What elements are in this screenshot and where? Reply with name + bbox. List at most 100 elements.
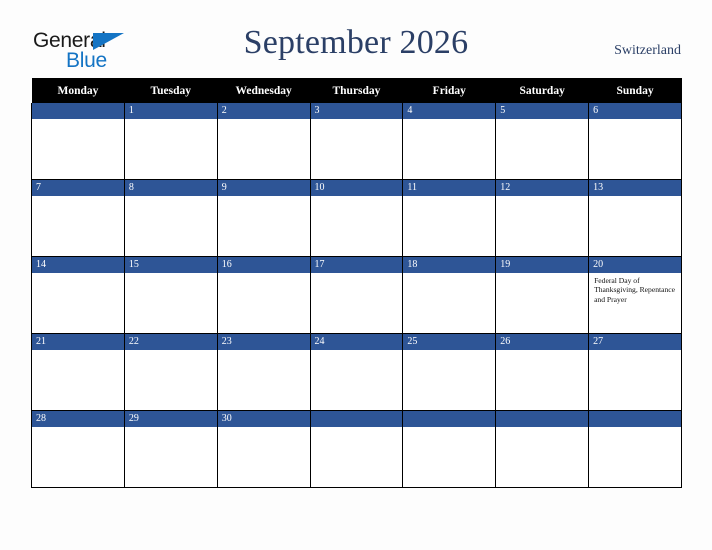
day-number: 28 [32,411,124,427]
day-event [32,350,124,353]
day-cell[interactable]: 4 [402,103,497,180]
day-number: 29 [124,411,217,427]
day-cell[interactable]: 8 [123,179,218,257]
day-number [32,103,124,119]
day-number [496,411,589,427]
day-number: 11 [403,180,496,196]
weekday-header-thursday: Thursday [310,78,403,103]
calendar-week-row: 14 15 16 17 18 19 20 Federal Day of Thank… [31,256,682,334]
day-event [125,350,217,353]
day-cell[interactable]: 27 [588,333,682,411]
day-event [125,273,217,276]
day-cell[interactable] [402,410,497,488]
day-cell[interactable]: 14 [31,256,125,334]
day-event: Federal Day of Thanksgiving, Repentance … [594,276,676,304]
day-cell[interactable]: 2 [216,103,311,180]
day-number: 17 [310,257,403,273]
calendar-header-row: Monday Tuesday Wednesday Thursday Friday… [31,78,682,103]
day-cell[interactable]: 1 [123,103,218,180]
day-event [32,427,124,430]
day-cell[interactable]: 6 [588,103,682,180]
day-event [496,273,588,276]
day-number: 25 [403,334,496,350]
day-number: 12 [496,180,589,196]
day-cell[interactable]: 7 [31,179,125,257]
page-header: General Blue September 2026 Switzerland [0,0,712,78]
day-event [403,273,495,276]
day-number: 6 [589,103,681,119]
day-event [125,196,217,199]
day-event [311,350,403,353]
day-cell[interactable]: 18 [402,256,497,334]
calendar-week-row: 1 2 3 4 5 6 [31,103,682,180]
day-event [32,273,124,276]
weekday-header-friday: Friday [402,78,496,103]
day-cell[interactable]: 20 Federal Day of Thanksgiving, Repentanc… [588,256,682,334]
day-event [496,427,588,430]
weekday-header-monday: Monday [31,78,125,103]
day-event [311,119,403,122]
day-number: 13 [589,180,681,196]
day-number: 1 [124,103,217,119]
day-cell[interactable]: 29 [123,410,218,488]
day-number [589,411,681,427]
day-number: 8 [124,180,217,196]
day-cell[interactable]: 10 [309,179,404,257]
day-number: 18 [403,257,496,273]
calendar-week-row: 7 8 9 10 11 12 13 [31,179,682,257]
day-event [32,119,124,122]
country-label: Switzerland [614,43,681,58]
day-cell[interactable]: 28 [31,410,125,488]
day-event [403,350,495,353]
day-number: 9 [217,180,310,196]
day-cell[interactable]: 26 [495,333,590,411]
day-number: 15 [124,257,217,273]
day-number: 14 [32,257,124,273]
day-event [311,273,403,276]
day-cell[interactable]: 11 [402,179,497,257]
day-cell[interactable]: 5 [495,103,590,180]
day-cell[interactable]: 23 [216,333,311,411]
day-event [403,119,495,122]
day-cell[interactable] [309,410,404,488]
day-cell[interactable]: 17 [309,256,404,334]
day-cell[interactable] [588,410,682,488]
day-number: 22 [124,334,217,350]
day-cell[interactable]: 22 [123,333,218,411]
day-cell[interactable]: 16 [216,256,311,334]
day-cell[interactable]: 15 [123,256,218,334]
calendar-body: 1 2 3 4 5 6 7 8 9 10 11 12 13 14 15 16 1… [31,103,682,488]
day-number: 4 [403,103,496,119]
day-number: 5 [496,103,589,119]
day-event [589,119,681,122]
day-number: 20 [589,257,681,273]
day-event [403,196,495,199]
day-event [403,427,495,430]
day-event [218,350,310,353]
day-event [496,119,588,122]
day-number [310,411,403,427]
day-cell[interactable]: 3 [309,103,404,180]
day-cell[interactable]: 13 [588,179,682,257]
day-event [589,427,681,430]
day-event [125,119,217,122]
day-number: 23 [217,334,310,350]
day-cell[interactable] [31,103,125,180]
day-event [589,350,681,353]
day-number: 19 [496,257,589,273]
day-cell[interactable]: 19 [495,256,590,334]
day-cell[interactable]: 21 [31,333,125,411]
weekday-header-tuesday: Tuesday [124,78,218,103]
calendar-week-row: 28 29 30 [31,410,682,488]
day-cell[interactable]: 12 [495,179,590,257]
day-event [125,427,217,430]
day-cell[interactable]: 30 [216,410,311,488]
day-event [311,427,403,430]
calendar-grid: Monday Tuesday Wednesday Thursday Friday… [31,78,682,488]
day-cell[interactable] [495,410,590,488]
day-number: 24 [310,334,403,350]
day-cell[interactable]: 24 [309,333,404,411]
page-title: September 2026 [243,24,469,61]
day-cell[interactable]: 9 [216,179,311,257]
day-cell[interactable]: 25 [402,333,497,411]
